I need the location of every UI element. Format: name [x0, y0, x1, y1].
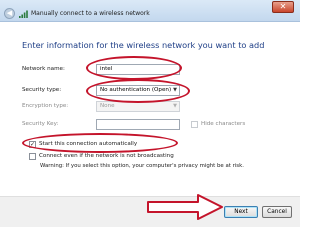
network-name-label: Network name:	[22, 66, 65, 72]
security-type-select[interactable]: No authentication (Open) ▼	[96, 85, 180, 96]
security-key-label: Security Key:	[22, 121, 59, 127]
security-type-value: No authentication (Open)	[100, 87, 172, 93]
cancel-button[interactable]: Cancel	[262, 206, 292, 218]
close-icon[interactable]: ✕	[272, 1, 294, 13]
security-type-label: Security type:	[22, 87, 62, 93]
chevron-down-icon: ▼	[173, 103, 177, 109]
encryption-type-value: None	[100, 103, 115, 109]
network-name-value: intel	[100, 66, 113, 72]
checkmark-icon: ✓	[30, 141, 36, 148]
privacy-warning: Warning: If you select this option, your…	[40, 163, 244, 169]
connect-even-if-not-broadcasting-label: Connect even if the network is not broad…	[39, 153, 174, 159]
hide-characters-label: Hide characters	[201, 121, 246, 127]
next-button[interactable]: Next	[224, 206, 258, 218]
encryption-type-label: Encryption type:	[22, 103, 69, 109]
window-title: Manually connect to a wireless network	[31, 10, 150, 17]
page-heading: Enter information for the wireless netwo…	[22, 40, 265, 50]
encryption-type-select[interactable]: None ▼	[96, 101, 180, 112]
security-key-input[interactable]	[96, 119, 180, 130]
connect-even-if-not-broadcasting-checkbox[interactable]	[29, 153, 36, 160]
back-arrow-icon[interactable]: ◀	[4, 8, 15, 19]
start-automatically-checkbox[interactable]: ✓	[29, 141, 36, 148]
network-name-input[interactable]: intel	[96, 64, 180, 75]
wifi-icon	[19, 10, 28, 18]
hide-characters-checkbox[interactable]	[191, 121, 198, 128]
chevron-down-icon: ▼	[173, 87, 177, 93]
start-automatically-label: Start this connection automatically	[39, 141, 138, 147]
